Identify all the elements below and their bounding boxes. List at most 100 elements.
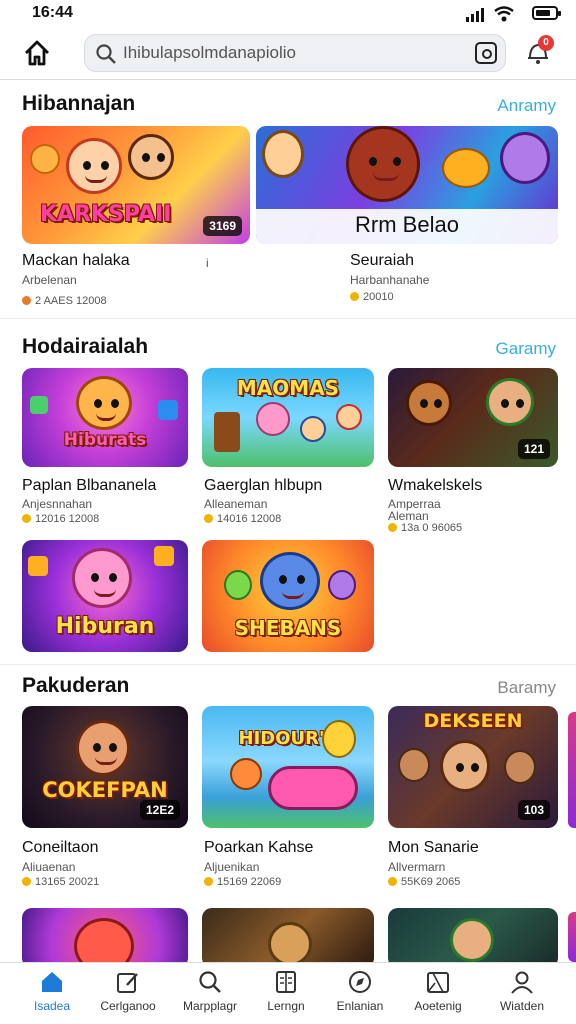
game-title[interactable]: Mackan halaka	[22, 252, 130, 270]
battery-icon	[532, 6, 561, 20]
nav-item-explore[interactable]: Enlanian	[320, 969, 400, 1013]
character-icon	[224, 570, 252, 600]
game-subtitle: Arbelenan	[22, 273, 77, 287]
see-all-link[interactable]: Baramy	[497, 678, 556, 698]
game-stats: 2 AAES 12008	[22, 295, 107, 307]
game-card[interactable]: Rrm Belao	[256, 126, 558, 244]
character-icon	[230, 758, 262, 790]
book-icon	[276, 971, 296, 993]
character-icon	[406, 380, 452, 426]
compass-icon	[349, 971, 371, 993]
nav-item-home[interactable]: Isadea	[12, 969, 92, 1013]
game-logo: DEKSEEN	[423, 710, 523, 732]
game-card[interactable]	[22, 908, 188, 968]
gem-icon	[158, 400, 178, 420]
character-icon	[268, 922, 312, 966]
game-logo: COKEFPAN	[42, 778, 168, 802]
game-logo: SHEBANS	[234, 616, 342, 640]
character-icon	[76, 720, 130, 776]
character-icon	[322, 720, 356, 758]
game-subtitle: Allvermarn	[388, 860, 446, 874]
game-card[interactable]: Hiburan	[22, 540, 188, 652]
character-icon	[504, 750, 536, 784]
notification-button[interactable]: 0	[526, 35, 554, 66]
coin-icon	[204, 877, 213, 886]
next-card-peek[interactable]	[568, 712, 576, 828]
map-icon	[427, 972, 449, 993]
status-bar: 16:44	[0, 0, 576, 28]
game-title[interactable]: Paplan Blbananela	[22, 477, 156, 495]
game-title[interactable]: Poarkan Kahse	[204, 839, 313, 857]
next-card-peek[interactable]	[568, 912, 576, 962]
camera-icon[interactable]	[475, 42, 497, 64]
nav-label: Wiatden	[499, 999, 545, 1013]
search-input[interactable]	[123, 41, 453, 65]
see-all-link[interactable]: Anramy	[497, 96, 556, 116]
nav-item-create[interactable]: Cerlganoo	[88, 969, 168, 1013]
character-icon	[486, 378, 534, 426]
character-icon	[72, 548, 132, 608]
game-card[interactable]	[202, 908, 374, 968]
character-icon	[500, 132, 550, 184]
marker-text: i	[206, 256, 209, 270]
user-icon	[511, 971, 533, 994]
game-card[interactable]: 121	[388, 368, 558, 467]
duration-tag: 3169	[203, 216, 242, 236]
game-title[interactable]: Coneiltaon	[22, 839, 99, 857]
game-card[interactable]: Hiburats	[22, 368, 188, 467]
game-subtitle: Anjesnnahan	[22, 497, 93, 511]
home-button[interactable]	[22, 38, 52, 68]
treasure-icon	[442, 148, 490, 188]
game-title[interactable]: Seuraiah	[350, 252, 414, 270]
nav-label: Lerngn	[267, 999, 305, 1013]
game-stats: 12016 12008	[22, 513, 99, 525]
game-title[interactable]: Mon Sanarie	[388, 839, 479, 857]
game-card[interactable]: SHEBANS	[202, 540, 374, 652]
game-card[interactable]: DEKSEEN 103	[388, 706, 558, 828]
gem-icon	[154, 546, 174, 566]
game-logo: Hiburan	[55, 614, 155, 639]
game-title[interactable]: Wmakelskels	[388, 477, 482, 495]
nav-item-profile[interactable]: Wiatden	[482, 969, 562, 1013]
nav-item-search[interactable]: Marpplagr	[170, 969, 250, 1013]
character-icon	[398, 748, 430, 782]
character-icon	[66, 138, 122, 194]
coin-icon	[22, 514, 31, 523]
coin-icon	[22, 296, 31, 305]
game-subtitle-secondary: Aleman	[388, 509, 429, 523]
see-all-link[interactable]: Garamy	[496, 339, 556, 359]
game-card[interactable]: MAOMAS	[202, 368, 374, 467]
notification-badge: 0	[538, 35, 554, 51]
card-overlay-title: Rrm Belao	[355, 212, 459, 237]
character-icon	[300, 416, 326, 442]
coin-icon	[388, 523, 397, 532]
section-title: Hibannajan	[22, 92, 136, 115]
game-card[interactable]: COKEFPAN 12E2	[22, 706, 188, 828]
game-stats: 14016 12008	[204, 513, 281, 525]
duration-tag: 121	[517, 439, 550, 459]
search-bar[interactable]	[84, 34, 506, 72]
game-card[interactable]: HIDOUR'S	[202, 706, 374, 828]
character-icon	[256, 402, 290, 436]
gem-icon	[30, 396, 48, 414]
game-subtitle: Harbanhanahe	[350, 273, 430, 287]
character-icon	[76, 376, 132, 430]
game-stats: 55K69 2065	[388, 876, 460, 888]
game-stats: 15169 22069	[204, 876, 281, 888]
game-logo: Hiburats	[63, 430, 147, 450]
game-card[interactable]: KARKSPAII 3169	[22, 126, 250, 244]
nav-label: Isadea	[33, 999, 71, 1013]
game-stats: 13165 20021	[22, 876, 99, 888]
character-icon	[440, 740, 490, 792]
nav-label: Cerlganoo	[100, 999, 156, 1013]
game-title[interactable]: Gaerglan hlbupn	[204, 477, 322, 495]
coin-icon	[30, 144, 60, 174]
character-icon	[336, 404, 362, 430]
duration-tag: 12E2	[139, 800, 180, 820]
character-icon	[450, 918, 494, 962]
nav-item-learn[interactable]: Lerngn	[246, 969, 326, 1013]
game-card[interactable]	[388, 908, 558, 968]
nav-item-map[interactable]: Aoetenig	[398, 969, 478, 1013]
duration-tag: 103	[517, 800, 550, 820]
bottom-nav: Isadea Cerlganoo Marpplagr Lerngn Enlani…	[0, 962, 576, 1024]
